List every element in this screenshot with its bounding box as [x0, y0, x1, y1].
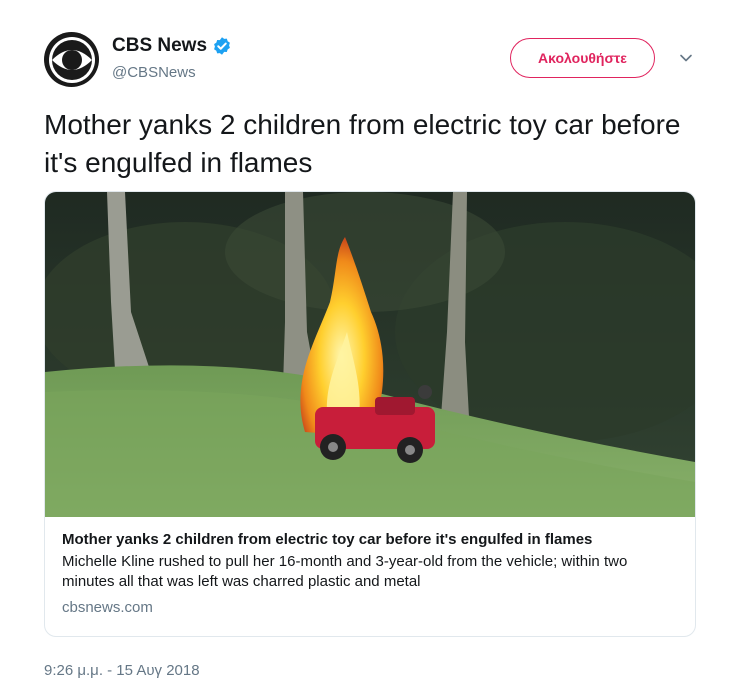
card-domain: cbsnews.com — [62, 599, 153, 616]
tweet-text: Mother yanks 2 children from electric to… — [44, 109, 681, 178]
card-image[interactable] — [45, 192, 695, 517]
follow-button[interactable]: Ακολουθήστε — [510, 38, 655, 78]
user-handle[interactable]: @CBSNews — [112, 64, 196, 81]
verified-badge-icon — [214, 37, 230, 55]
cbs-eye-logo-icon — [48, 36, 95, 83]
avatar[interactable] — [44, 32, 99, 87]
card-title[interactable]: Mother yanks 2 children from electric to… — [62, 530, 678, 549]
display-name[interactable]: CBS News — [112, 35, 207, 57]
chevron-down-icon[interactable] — [678, 50, 694, 66]
link-card[interactable]: Mother yanks 2 children from electric to… — [44, 191, 696, 637]
card-description: Michelle Kline rushed to pull her 16-mon… — [62, 553, 628, 590]
tweet-timestamp[interactable]: 9:26 μ.μ. - 15 Αυγ 2018 — [44, 662, 200, 679]
